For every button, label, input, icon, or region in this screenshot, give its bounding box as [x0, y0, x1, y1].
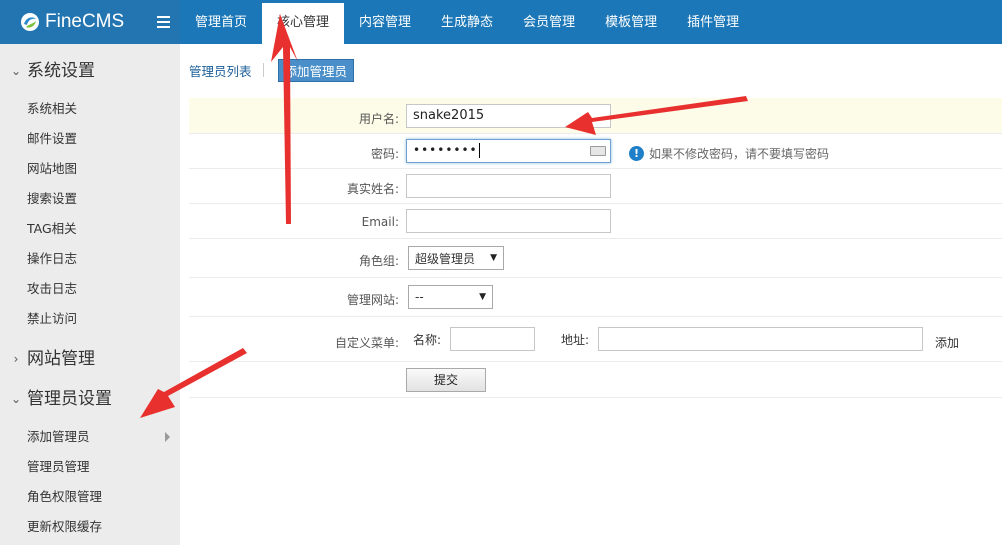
nav-template[interactable]: 模板管理 [590, 0, 672, 44]
form-row-site: 管理网站: -- ▼ [189, 278, 1002, 317]
caret-right-icon [165, 432, 170, 442]
site-selected: -- [415, 290, 424, 304]
nav-plugin[interactable]: 插件管理 [672, 0, 754, 44]
add-menu-link[interactable]: 添加 [935, 334, 959, 351]
nav-member[interactable]: 会员管理 [508, 0, 590, 44]
sidebar-item-admin-manage[interactable]: 管理员管理 [0, 452, 180, 482]
dropdown-arrow-icon: ▼ [479, 292, 486, 302]
main-nav: 管理首页 核心管理 内容管理 生成静态 会员管理 模板管理 插件管理 [180, 0, 754, 44]
site-select[interactable]: -- ▼ [408, 285, 493, 309]
main-content: 管理员列表 添加管理员 用户名: snake2015 密码: •••••••• … [180, 44, 1002, 545]
sidebar-item-attack-log[interactable]: 攻击日志 [0, 274, 180, 304]
sidebar-item-tag[interactable]: TAG相关 [0, 214, 180, 244]
password-label: 密码: [370, 147, 399, 161]
submit-button[interactable]: 提交 [406, 368, 486, 392]
sidebar: ⌄ 系统设置 系统相关 邮件设置 网站地图 搜索设置 TAG相关 操作日志 攻击… [0, 44, 180, 545]
form-row-password: 密码: •••••••• ! 如果不修改密码，请不要填写密码 [189, 134, 1002, 169]
sub-tabs: 管理员列表 添加管理员 [189, 58, 355, 82]
keyboard-icon[interactable] [590, 146, 606, 156]
tab-admin-list[interactable]: 管理员列表 [189, 61, 252, 80]
nav-home[interactable]: 管理首页 [180, 0, 262, 44]
sidebar-item-mail-settings[interactable]: 邮件设置 [0, 124, 180, 154]
add-admin-form: 用户名: snake2015 密码: •••••••• ! 如果不修改密码，请不… [189, 98, 1002, 398]
info-icon: ! [629, 146, 644, 161]
nav-content[interactable]: 内容管理 [344, 0, 426, 44]
form-row-custom-menu: 自定义菜单: 名称: 地址: 添加 [189, 317, 1002, 362]
sidebar-item-system-related[interactable]: 系统相关 [0, 94, 180, 124]
custom-menu-label: 自定义菜单: [334, 336, 399, 350]
menu-url-label: 地址: [561, 333, 590, 347]
username-input[interactable]: snake2015 [406, 104, 611, 128]
sidebar-item-search-settings[interactable]: 搜索设置 [0, 184, 180, 214]
menu-name-input[interactable] [450, 327, 535, 351]
nav-core[interactable]: 核心管理 [262, 0, 345, 44]
form-row-email: Email: [189, 204, 1002, 239]
app-name: FineCMS [45, 11, 125, 32]
sidebar-group-site[interactable]: › 网站管理 [0, 340, 180, 378]
sidebar-group-admin[interactable]: ⌄ 管理员设置 [0, 380, 180, 418]
email-label: Email: [361, 215, 399, 229]
tab-divider [262, 63, 264, 77]
nav-static[interactable]: 生成静态 [426, 0, 508, 44]
sidebar-item-operation-log[interactable]: 操作日志 [0, 244, 180, 274]
password-input[interactable]: •••••••• [406, 139, 611, 163]
chevron-down-icon: ⌄ [10, 64, 22, 78]
role-select[interactable]: 超级管理员 ▼ [408, 246, 504, 270]
sidebar-item-sitemap[interactable]: 网站地图 [0, 154, 180, 184]
sidebar-group-label: 管理员设置 [27, 389, 112, 409]
finecms-logo-icon [21, 13, 39, 31]
form-row-realname: 真实姓名: [189, 169, 1002, 204]
site-label: 管理网站: [346, 293, 399, 307]
sidebar-group-system[interactable]: ⌄ 系统设置 [0, 52, 180, 90]
top-navbar: FineCMS 管理首页 核心管理 内容管理 生成静态 会员管理 模板管理 插件… [0, 0, 1002, 44]
sidebar-item-role-permission[interactable]: 角色权限管理 [0, 482, 180, 512]
realname-input[interactable] [406, 174, 611, 198]
password-hint: ! 如果不修改密码，请不要填写密码 [629, 145, 829, 162]
sidebar-group-label: 系统设置 [27, 61, 95, 81]
role-selected: 超级管理员 [415, 251, 476, 266]
username-label: 用户名: [358, 112, 399, 126]
dropdown-arrow-icon: ▼ [490, 253, 497, 263]
realname-label: 真实姓名: [346, 182, 399, 196]
role-label: 角色组: [358, 254, 399, 268]
menu-toggle-icon[interactable] [157, 16, 170, 28]
sidebar-item-forbidden-access[interactable]: 禁止访问 [0, 304, 180, 334]
sidebar-item-refresh-permission-cache[interactable]: 更新权限缓存 [0, 512, 180, 542]
email-input[interactable] [406, 209, 611, 233]
tab-add-admin[interactable]: 添加管理员 [277, 58, 355, 82]
form-row-role: 角色组: 超级管理员 ▼ [189, 239, 1002, 278]
form-row-submit: 提交 [189, 362, 1002, 398]
chevron-down-icon: ⌄ [10, 392, 22, 406]
sidebar-item-label: 添加管理员 [27, 429, 90, 444]
sidebar-item-add-admin[interactable]: 添加管理员 [0, 422, 180, 452]
password-hint-text: 如果不修改密码，请不要填写密码 [649, 147, 830, 161]
password-value: •••••••• [413, 143, 478, 157]
menu-url-input[interactable] [598, 327, 923, 351]
menu-name-label: 名称: [413, 333, 442, 347]
logo[interactable]: FineCMS [0, 0, 180, 44]
form-row-username: 用户名: snake2015 [189, 98, 1002, 134]
